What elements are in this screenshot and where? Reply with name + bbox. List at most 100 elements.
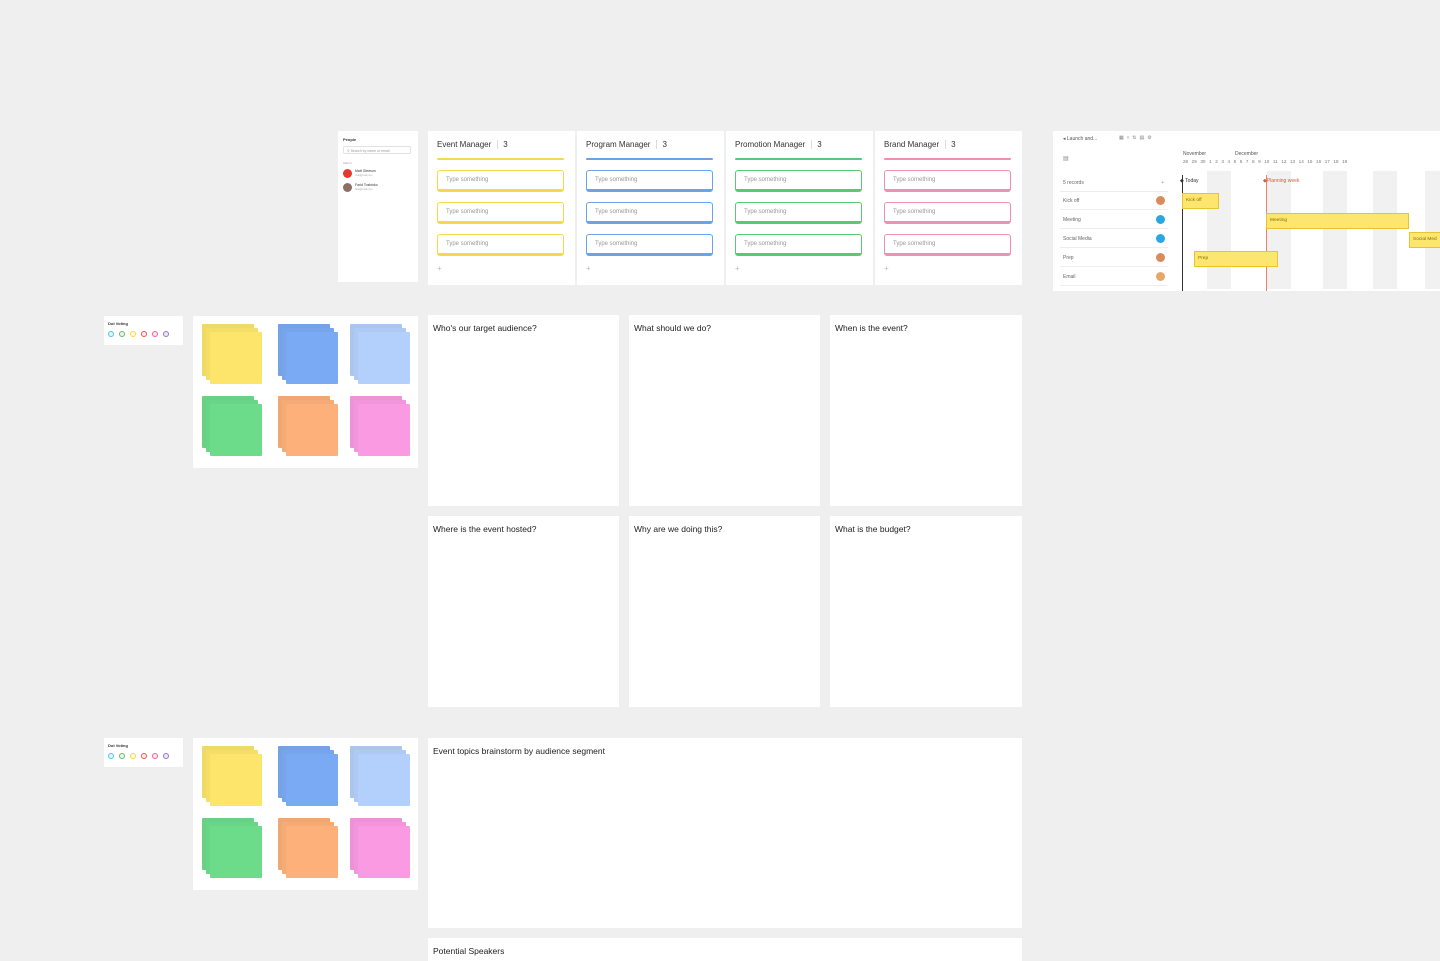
kanban-card[interactable]: Type something [884, 234, 1011, 256]
today-marker: ◆ Today [1180, 178, 1199, 184]
brainstorm-frame[interactable]: Event topics brainstorm by audience segm… [428, 738, 1022, 928]
sticky-note-stack-blue[interactable] [278, 324, 340, 386]
person-email: farid@mail.com [355, 188, 373, 191]
vote-dot[interactable] [119, 331, 125, 337]
frame-title: Potential Speakers [433, 946, 505, 956]
avatar [1156, 234, 1165, 243]
sticky-note-stack-light-blue[interactable] [350, 324, 412, 386]
timeline-toolbar-icons: ▦▿⇅▤⚙ [1119, 135, 1155, 141]
question-frame[interactable]: When is the event? [830, 315, 1022, 506]
frame-title: What is the budget? [835, 524, 911, 534]
vote-dot[interactable] [119, 753, 125, 759]
column-count: 3 [945, 140, 956, 149]
dot-voting-title: Dot Voting [108, 321, 128, 326]
kanban-card[interactable]: Type something [586, 234, 713, 256]
timeline-bar[interactable]: Kick off [1182, 193, 1219, 209]
question-frame[interactable]: Where is the event hosted? [428, 516, 619, 707]
person-email: matt@mail.com [355, 174, 373, 177]
vote-dots [108, 331, 169, 337]
avatar [1156, 272, 1165, 281]
vote-dot[interactable] [141, 753, 147, 759]
kanban-column-program-manager: Program Manager 3 Type something Type som… [577, 131, 724, 285]
timeline-month-label: December [1235, 151, 1259, 157]
column-count: 3 [656, 140, 667, 149]
timeline-row[interactable]: Meeting [1060, 211, 1168, 229]
add-card-button[interactable]: + [586, 264, 591, 273]
sticky-note-stack-pink[interactable] [350, 396, 412, 458]
vote-dot[interactable] [152, 753, 158, 759]
kanban-card[interactable]: Type something [884, 170, 1011, 192]
speakers-frame[interactable]: Potential Speakers [428, 938, 1022, 961]
sticky-note-stack-blue[interactable] [278, 746, 340, 808]
kanban-card[interactable]: Type something [735, 170, 862, 192]
sticky-note-stack-green[interactable] [202, 818, 264, 880]
timeline-widget: ◂ Launch and... ▦▿⇅▤⚙ ▤ November Decembe… [1053, 131, 1440, 291]
avatar [1156, 215, 1165, 224]
kanban-card[interactable]: Type something [437, 170, 564, 192]
timeline-row[interactable]: Prep [1060, 249, 1168, 267]
column-count: 3 [497, 140, 508, 149]
column-color-line [884, 158, 1011, 160]
planning-marker: ◆Planning week [1263, 178, 1300, 184]
kanban-card[interactable]: Type something [735, 234, 862, 256]
vote-dot[interactable] [141, 331, 147, 337]
sticky-note-stack-orange[interactable] [278, 818, 340, 880]
vote-dot[interactable] [108, 753, 114, 759]
vote-dot[interactable] [163, 753, 169, 759]
vote-dot[interactable] [152, 331, 158, 337]
timeline-month-label: November [1183, 151, 1207, 157]
kanban-card[interactable]: Type something [437, 234, 564, 256]
timeline-bar[interactable]: Prep [1194, 251, 1278, 267]
people-search-input[interactable]: ⚲ Search by name or email [343, 146, 411, 154]
dot-voting-title: Dot Voting [108, 743, 128, 748]
question-frame[interactable]: What is the budget? [830, 516, 1022, 707]
weekend-lane [1425, 171, 1440, 289]
chevron-left-icon: ◂ [1063, 136, 1066, 142]
kanban-card[interactable]: Type something [437, 202, 564, 224]
add-record-icon[interactable]: + [1161, 174, 1164, 192]
sticky-note-stack-light-blue[interactable] [350, 746, 412, 808]
timeline-row[interactable]: Email [1060, 268, 1168, 286]
sticky-note-stack-yellow[interactable] [202, 746, 264, 808]
column-color-line [437, 158, 564, 160]
kanban-card[interactable]: Type something [884, 202, 1011, 224]
timeline-bar[interactable]: Meeting [1266, 213, 1409, 229]
question-frame[interactable]: What should we do? [629, 315, 820, 506]
sticky-note-stack-pink[interactable] [350, 818, 412, 880]
sticky-note-palette [193, 738, 418, 890]
timeline-row[interactable]: Social Media [1060, 230, 1168, 248]
vote-dot[interactable] [108, 331, 114, 337]
frame-title: When is the event? [835, 323, 908, 333]
vote-dot[interactable] [130, 753, 136, 759]
settings-icon[interactable]: ⚙ [1147, 135, 1154, 141]
sticky-note-stack-orange[interactable] [278, 396, 340, 458]
planning-line [1266, 175, 1267, 291]
person-item[interactable]: Matt Gleeson matt@mail.com [343, 168, 413, 180]
sticky-note-stack-yellow[interactable] [202, 324, 264, 386]
vote-dot[interactable] [130, 331, 136, 337]
kanban-column-brand-manager: Brand Manager 3 Type something Type somet… [875, 131, 1022, 285]
add-card-button[interactable]: + [735, 264, 740, 273]
kanban-card[interactable]: Type something [586, 170, 713, 192]
frame-title: What should we do? [634, 323, 712, 333]
question-frame[interactable]: Who's our target audience? [428, 315, 619, 506]
add-card-button[interactable]: + [437, 264, 442, 273]
timeline-bar[interactable]: Social Med [1409, 232, 1440, 248]
add-card-button[interactable]: + [884, 264, 889, 273]
frame-title: Who's our target audience? [433, 323, 537, 333]
timeline-row[interactable]: Kick off [1060, 192, 1168, 210]
sticky-note-stack-green[interactable] [202, 396, 264, 458]
frame-title: Where is the event hosted? [433, 524, 537, 534]
person-item[interactable]: Farid Toshinko farid@mail.com [343, 182, 413, 194]
grid-icon[interactable]: ▦ [1119, 135, 1127, 141]
kanban-column-promotion-manager: Promotion Manager 3 Type something Type s… [726, 131, 873, 285]
column-title: Program Manager 3 [586, 140, 667, 149]
vote-dot[interactable] [163, 331, 169, 337]
timeline-project-title[interactable]: ◂ Launch and... [1063, 136, 1097, 142]
avatar [343, 183, 352, 192]
kanban-card[interactable]: Type something [586, 202, 713, 224]
calendar-icon[interactable]: ▤ [1063, 155, 1069, 162]
question-frame[interactable]: Why are we doing this? [629, 516, 820, 707]
dot-voting-widget: Dot Voting [104, 316, 183, 345]
kanban-card[interactable]: Type something [735, 202, 862, 224]
